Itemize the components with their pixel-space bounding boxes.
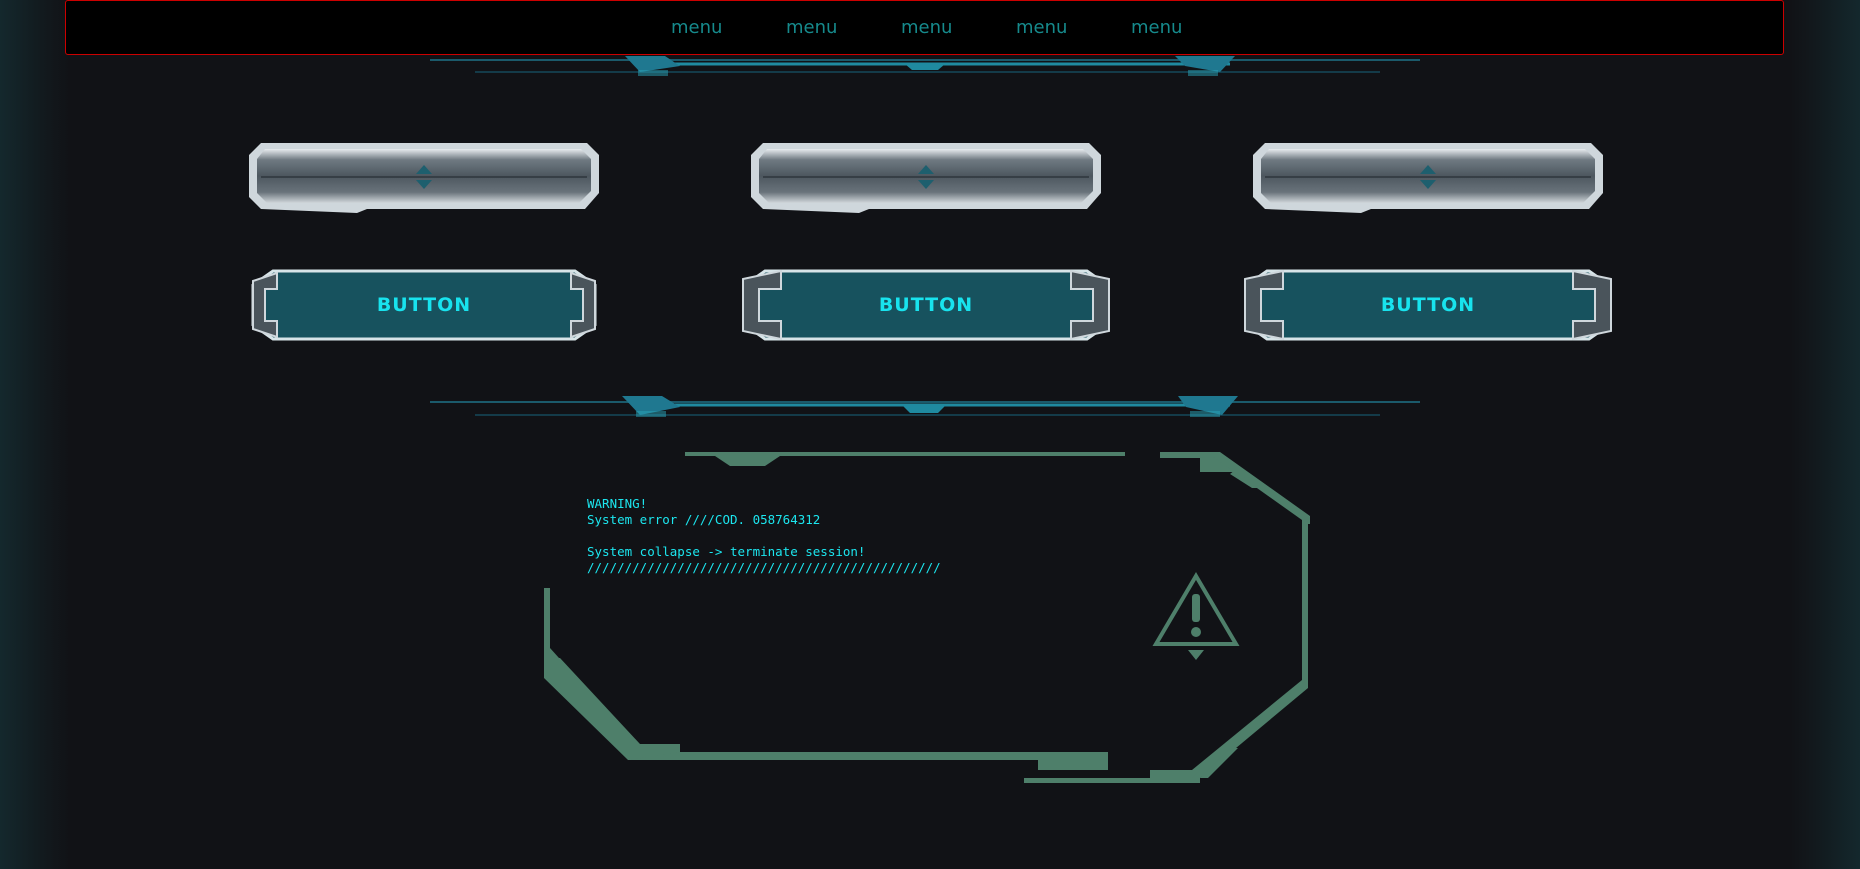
warning-line-5: ////////////////////////////////////////…: [587, 560, 941, 575]
button-3-label: BUTTON: [1380, 294, 1476, 316]
button-2[interactable]: BUTTON: [735, 267, 1117, 343]
warning-line-2: System error ////COD. 058764312: [587, 512, 821, 527]
metal-slot-1[interactable]: [247, 141, 601, 213]
left-edge-glow: [0, 0, 70, 869]
button-2-label: BUTTON: [878, 294, 974, 316]
right-edge-glow: [1790, 0, 1860, 869]
top-divider: [430, 56, 1420, 76]
button-3[interactable]: BUTTON: [1237, 267, 1619, 343]
button-1[interactable]: BUTTON: [233, 267, 615, 343]
button-1-label: BUTTON: [376, 294, 472, 316]
warning-line-4: System collapse -> terminate session!: [587, 544, 866, 559]
middle-divider: [430, 396, 1420, 417]
warning-message: WARNING! System error ////COD. 058764312…: [587, 496, 941, 576]
nav-menu-item-4[interactable]: menu: [1016, 17, 1067, 38]
warning-line-1: WARNING!: [587, 496, 648, 511]
nav-menu-item-3[interactable]: menu: [901, 17, 952, 38]
warning-triangle-icon: [1152, 572, 1240, 660]
nav-menu-item-5[interactable]: menu: [1131, 17, 1182, 38]
metal-slot-2[interactable]: [749, 141, 1103, 213]
nav-menu-item-1[interactable]: menu: [671, 17, 722, 38]
metal-slot-3[interactable]: [1251, 141, 1605, 213]
top-nav-bar: menu menu menu menu menu: [65, 0, 1784, 55]
nav-menu-item-2[interactable]: menu: [786, 17, 837, 38]
